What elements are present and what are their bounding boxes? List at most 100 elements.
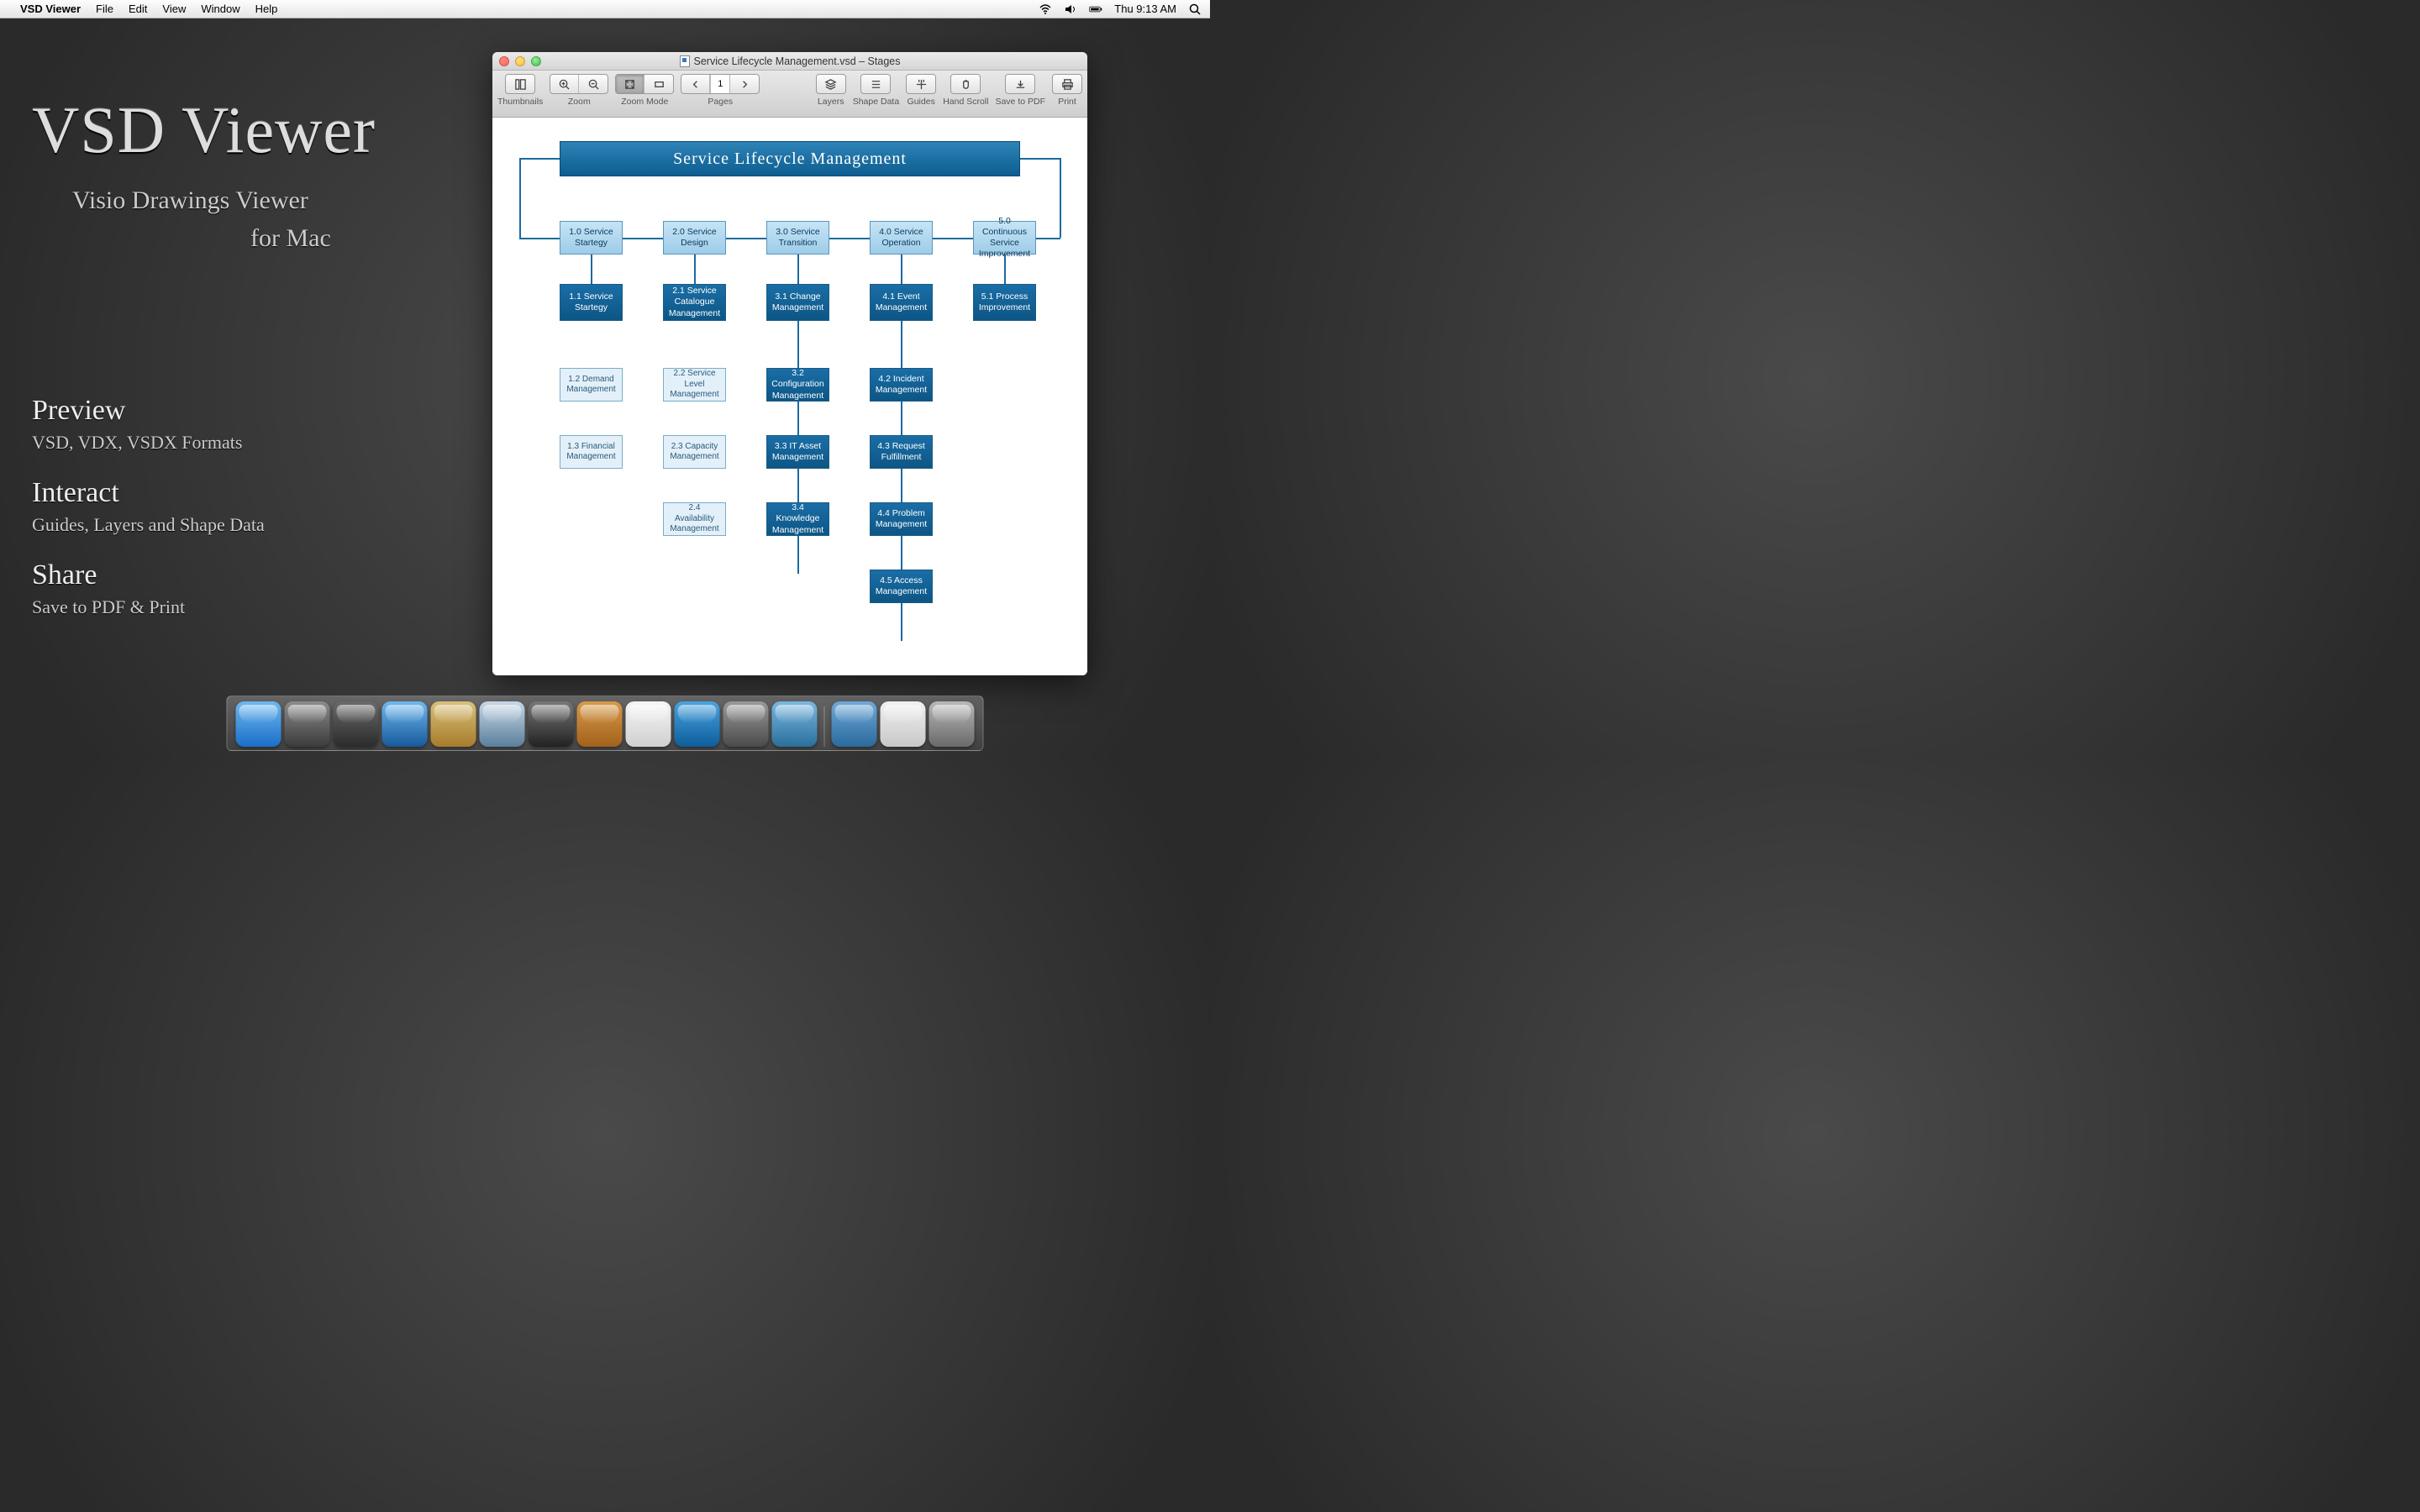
- thumbnails-button[interactable]: [506, 75, 534, 93]
- promo-features: Preview VSD, VDX, VSDX Formats Interact …: [32, 395, 265, 642]
- drawing-canvas[interactable]: Service Lifecycle Management 1.0 Service…: [492, 118, 1087, 675]
- diagram-node: 3.1 Change Management: [766, 284, 829, 321]
- zoom-mode-fit-button[interactable]: [616, 75, 644, 93]
- feature-preview: Preview VSD, VDX, VSDX Formats: [32, 395, 265, 454]
- dock-vsd-viewer[interactable]: [772, 701, 818, 747]
- save-pdf-button[interactable]: [1006, 75, 1034, 93]
- diagram-node: 3.3 IT Asset Management: [766, 435, 829, 469]
- dock-contacts[interactable]: [577, 701, 623, 747]
- guides-button[interactable]: [907, 75, 935, 93]
- page-number: 1: [710, 75, 730, 93]
- diagram-node: 4.5 Access Management: [870, 570, 933, 603]
- diagram-node: 2.0 Service Design: [663, 221, 726, 255]
- toolbar-label: Pages: [708, 97, 733, 107]
- dock-calendar[interactable]: [626, 701, 671, 747]
- toolbar: Thumbnails Zoom Zoom Mode 1 Pages: [492, 71, 1087, 118]
- toolbar-label: Zoom: [568, 97, 591, 107]
- menu-file[interactable]: File: [96, 3, 113, 15]
- window-titlebar[interactable]: Service Lifecycle Management.vsd – Stage…: [492, 52, 1087, 71]
- menubar: VSD Viewer File Edit View Window Help Th…: [0, 0, 1210, 18]
- wifi-icon[interactable]: [1039, 3, 1052, 16]
- dock-system-preferences[interactable]: [723, 701, 769, 747]
- zoom-in-button[interactable]: [550, 75, 579, 93]
- diagram: Service Lifecycle Management 1.0 Service…: [509, 133, 1071, 660]
- hand-scroll-button[interactable]: [951, 75, 980, 93]
- dock-app-store[interactable]: [382, 701, 428, 747]
- spotlight-icon[interactable]: [1188, 3, 1202, 16]
- battery-icon[interactable]: [1089, 3, 1102, 16]
- product-subtitle-2: for Mac: [250, 224, 376, 253]
- toolbar-label: Thumbnails: [497, 97, 543, 107]
- dock-safari[interactable]: [480, 701, 525, 747]
- diagram-node: 5.0 Continuous Service Improvement: [973, 221, 1036, 255]
- toolbar-label: Layers: [818, 97, 844, 107]
- diagram-node: 5.1 Process Improvement: [973, 284, 1036, 321]
- layers-button[interactable]: [817, 75, 845, 93]
- toolbar-label: Shape Data: [853, 97, 899, 107]
- diagram-title: Service Lifecycle Management: [560, 141, 1020, 176]
- dock-finder[interactable]: [236, 701, 281, 747]
- window-title: Service Lifecycle Management.vsd – Stage…: [694, 55, 901, 67]
- diagram-node: 4.4 Problem Management: [870, 502, 933, 536]
- document-icon: [680, 55, 690, 67]
- product-subtitle-1: Visio Drawings Viewer: [72, 176, 376, 224]
- menu-help[interactable]: Help: [255, 3, 278, 15]
- menu-window[interactable]: Window: [201, 3, 239, 15]
- feature-heading: Interact: [32, 477, 265, 509]
- toolbar-label: Save to PDF: [995, 97, 1045, 107]
- diagram-node: 3.2 Configuration Management: [766, 368, 829, 402]
- diagram-node: 1.0 Service Startegy: [560, 221, 623, 255]
- menu-edit[interactable]: Edit: [129, 3, 147, 15]
- diagram-node: 4.3 Request Fulfillment: [870, 435, 933, 469]
- menu-view[interactable]: View: [162, 3, 186, 15]
- dock-mail[interactable]: [431, 701, 476, 747]
- zoom-button[interactable]: [531, 56, 541, 66]
- diagram-node: 2.3 Capacity Management: [663, 435, 726, 469]
- app-menu[interactable]: VSD Viewer: [20, 3, 81, 15]
- product-title: VSD Viewer: [32, 92, 376, 168]
- feature-heading: Share: [32, 559, 265, 591]
- feature-desc: VSD, VDX, VSDX Formats: [32, 432, 265, 454]
- dock-mission-control[interactable]: [334, 701, 379, 747]
- prev-page-button[interactable]: [681, 75, 710, 93]
- diagram-node: 2.4 Availability Management: [663, 502, 726, 536]
- toolbar-label: Zoom Mode: [621, 97, 668, 107]
- diagram-node: 2.1 Service Catalogue Management: [663, 284, 726, 321]
- toolbar-label: Guides: [908, 97, 935, 107]
- feature-desc: Save to PDF & Print: [32, 596, 265, 618]
- print-button[interactable]: [1053, 75, 1081, 93]
- diagram-node: 3.4 Knowledge Management: [766, 502, 829, 536]
- promo-headline: VSD Viewer Visio Drawings Viewer for Mac: [32, 92, 376, 253]
- zoom-out-button[interactable]: [579, 75, 608, 93]
- diagram-node: 4.0 Service Operation: [870, 221, 933, 255]
- diagram-node: 2.2 Service Level Management: [663, 368, 726, 402]
- dock-trash[interactable]: [929, 701, 975, 747]
- close-button[interactable]: [499, 56, 509, 66]
- dock: [227, 696, 984, 751]
- vsd-viewer-window: Service Lifecycle Management.vsd – Stage…: [492, 52, 1087, 675]
- minimize-button[interactable]: [515, 56, 525, 66]
- volume-icon[interactable]: [1064, 3, 1077, 16]
- feature-share: Share Save to PDF & Print: [32, 559, 265, 618]
- dock-itunes[interactable]: [675, 701, 720, 747]
- diagram-node: 1.3 Financial Management: [560, 435, 623, 469]
- dock-downloads[interactable]: [881, 701, 926, 747]
- dock-launchpad[interactable]: [285, 701, 330, 747]
- toolbar-label: Hand Scroll: [943, 97, 988, 107]
- feature-desc: Guides, Layers and Shape Data: [32, 514, 265, 536]
- dock-separator: [824, 706, 825, 747]
- feature-heading: Preview: [32, 395, 265, 427]
- diagram-node: 4.2 Incident Management: [870, 368, 933, 402]
- diagram-node: 1.1 Service Startegy: [560, 284, 623, 321]
- next-page-button[interactable]: [730, 75, 759, 93]
- shape-data-button[interactable]: [861, 75, 890, 93]
- dock-facetime[interactable]: [529, 701, 574, 747]
- diagram-node: 1.2 Demand Management: [560, 368, 623, 402]
- diagram-node: 3.0 Service Transition: [766, 221, 829, 255]
- zoom-mode-width-button[interactable]: [644, 75, 673, 93]
- diagram-node: 4.1 Event Management: [870, 284, 933, 321]
- toolbar-label: Print: [1058, 97, 1076, 107]
- clock[interactable]: Thu 9:13 AM: [1114, 3, 1176, 15]
- feature-interact: Interact Guides, Layers and Shape Data: [32, 477, 265, 536]
- dock-documents[interactable]: [832, 701, 877, 747]
